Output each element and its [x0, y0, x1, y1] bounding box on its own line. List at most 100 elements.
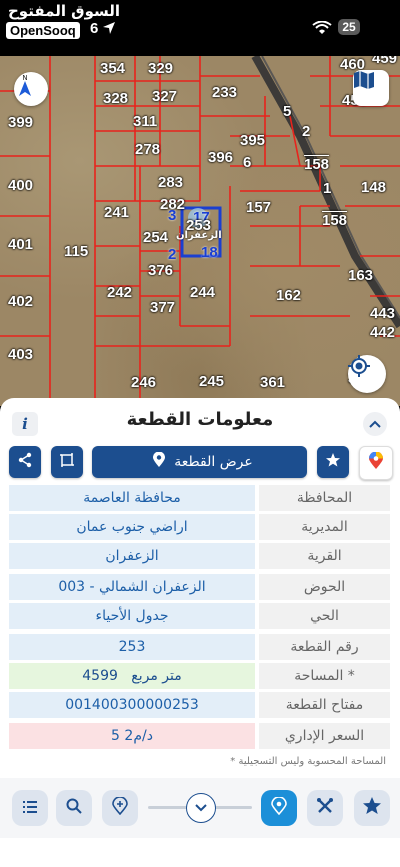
tools-button[interactable]	[307, 790, 343, 826]
google-maps-icon	[369, 451, 383, 474]
plot-info-panel: معلومات القطعة i عرض القطعة محافظة العاص…	[0, 398, 400, 867]
place-button[interactable]	[102, 790, 138, 826]
plot-number[interactable]: 1	[323, 180, 331, 197]
plot-number[interactable]: 162	[276, 287, 301, 304]
show-plot-label: عرض القطعة	[174, 454, 253, 470]
row-label: المديرية	[259, 514, 390, 540]
row-label: القرية	[259, 543, 390, 569]
brand-arabic: السوق المفتوح	[8, 2, 121, 20]
plot-number[interactable]: 244	[190, 284, 215, 301]
list-button[interactable]	[12, 790, 48, 826]
row-value: الزعفران الشمالي - 003	[9, 574, 255, 600]
row-value: جدول الأحياء	[9, 603, 255, 629]
plot-number[interactable]: 403	[8, 346, 33, 363]
brand-english: OpenSooq	[6, 22, 80, 39]
info-row-admin-price: 5 د/م2 السعر الإداري	[9, 723, 390, 749]
plot-number[interactable]: 328	[103, 90, 128, 107]
plot-number[interactable]: 2	[168, 246, 176, 263]
plot-number[interactable]: 2	[302, 123, 310, 140]
row-label: الحي	[259, 603, 390, 629]
info-row-directorate: اراضي جنوب عمان المديرية	[9, 514, 390, 540]
plot-number[interactable]: 6	[243, 154, 251, 171]
plot-number[interactable]: 18	[201, 244, 218, 261]
locate-icon[interactable]	[348, 355, 386, 393]
plot-number[interactable]: 443	[370, 305, 395, 322]
plot-number[interactable]: 459	[372, 56, 397, 67]
row-label: مفتاح القطعة	[259, 692, 390, 718]
share-button[interactable]	[9, 446, 41, 478]
row-value: الزعفران	[9, 543, 255, 569]
plot-number[interactable]: 395	[240, 132, 265, 149]
google-maps-button[interactable]	[359, 446, 393, 480]
search-button[interactable]	[56, 790, 92, 826]
plot-number[interactable]: 254	[143, 229, 168, 246]
panel-title: معلومات القطعة	[126, 409, 274, 430]
row-value: 253	[9, 634, 255, 660]
plot-number[interactable]: 327	[152, 88, 177, 105]
row-label: المساحة *	[259, 663, 390, 689]
clock-fragment: 6	[90, 20, 99, 37]
plot-number[interactable]: 5	[283, 103, 291, 120]
plot-number[interactable]: 158	[322, 212, 347, 229]
plot-number[interactable]: 242	[107, 284, 132, 301]
plot-number[interactable]: 115	[64, 243, 88, 260]
plot-number[interactable]: 3	[168, 207, 176, 224]
map-view[interactable]: 354 329 460 459 328 327 233 456 399 5 31…	[0, 56, 400, 406]
row-label: السعر الإداري	[259, 723, 390, 749]
plot-number[interactable]: 399	[8, 114, 33, 131]
plot-number[interactable]: 401	[8, 236, 33, 253]
selected-plot-label: الزعفران	[176, 230, 222, 241]
plot-number[interactable]: 396	[208, 149, 233, 166]
plot-number[interactable]: 245	[199, 373, 224, 390]
plot-number[interactable]: 278	[135, 141, 160, 158]
info-row-plot-key: 001400300000253 مفتاح القطعة	[9, 692, 390, 718]
favorites-button[interactable]	[354, 790, 390, 826]
row-label: الحوض	[259, 574, 390, 600]
plot-number[interactable]: 148	[361, 179, 386, 196]
plot-number[interactable]: 354	[100, 60, 125, 77]
bottom-toolbar	[0, 778, 400, 838]
location-arrow-icon	[102, 20, 116, 39]
plot-number[interactable]: 163	[348, 267, 373, 284]
info-row-neighborhood: جدول الأحياء الحي	[9, 603, 390, 629]
info-row-basin: الزعفران الشمالي - 003 الحوض	[9, 574, 390, 600]
plot-number[interactable]: 400	[8, 177, 33, 194]
search-icon	[66, 798, 82, 818]
show-plot-button[interactable]: عرض القطعة	[92, 446, 307, 478]
plot-number[interactable]: 233	[212, 84, 237, 101]
compass-icon[interactable]: N	[14, 72, 48, 106]
plot-number[interactable]: 377	[150, 299, 175, 316]
chevron-down-icon[interactable]	[186, 793, 216, 823]
row-value: اراضي جنوب عمان	[9, 514, 255, 540]
location-pin-icon	[152, 451, 166, 472]
plot-number[interactable]: 158	[304, 156, 329, 173]
wifi-icon	[312, 20, 332, 39]
info-row-plot-number: 253 رقم القطعة	[9, 634, 390, 660]
info-icon[interactable]: i	[12, 412, 38, 436]
favorite-icon	[362, 796, 382, 820]
plot-number[interactable]: 246	[131, 374, 156, 391]
plot-number[interactable]: 329	[148, 60, 173, 77]
favorite-button[interactable]	[317, 446, 349, 478]
crop-button[interactable]	[51, 446, 83, 478]
row-value: 001400300000253	[9, 692, 255, 718]
pin-button[interactable]	[261, 790, 297, 826]
plot-number[interactable]: 442	[370, 324, 395, 341]
row-label: رقم القطعة	[259, 634, 390, 660]
list-icon	[22, 799, 38, 818]
info-row-area: 4599 متر مربع المساحة *	[9, 663, 390, 689]
row-label: المحافظة	[259, 485, 390, 511]
row-value: 5 د/م2	[9, 723, 255, 749]
plot-number[interactable]: 311	[133, 113, 157, 130]
plot-number[interactable]: 376	[148, 262, 173, 279]
plot-number[interactable]: 361	[260, 374, 285, 391]
plot-number[interactable]: 157	[246, 199, 271, 216]
plot-number[interactable]: 241	[104, 204, 129, 221]
plot-number[interactable]: 283	[158, 174, 183, 191]
crop-icon	[59, 452, 75, 472]
map-book-icon[interactable]	[353, 70, 389, 106]
pin-icon	[271, 796, 287, 819]
row-value: 4599 متر مربع	[9, 663, 255, 689]
plot-number[interactable]: 402	[8, 293, 33, 310]
star-icon	[325, 452, 341, 472]
